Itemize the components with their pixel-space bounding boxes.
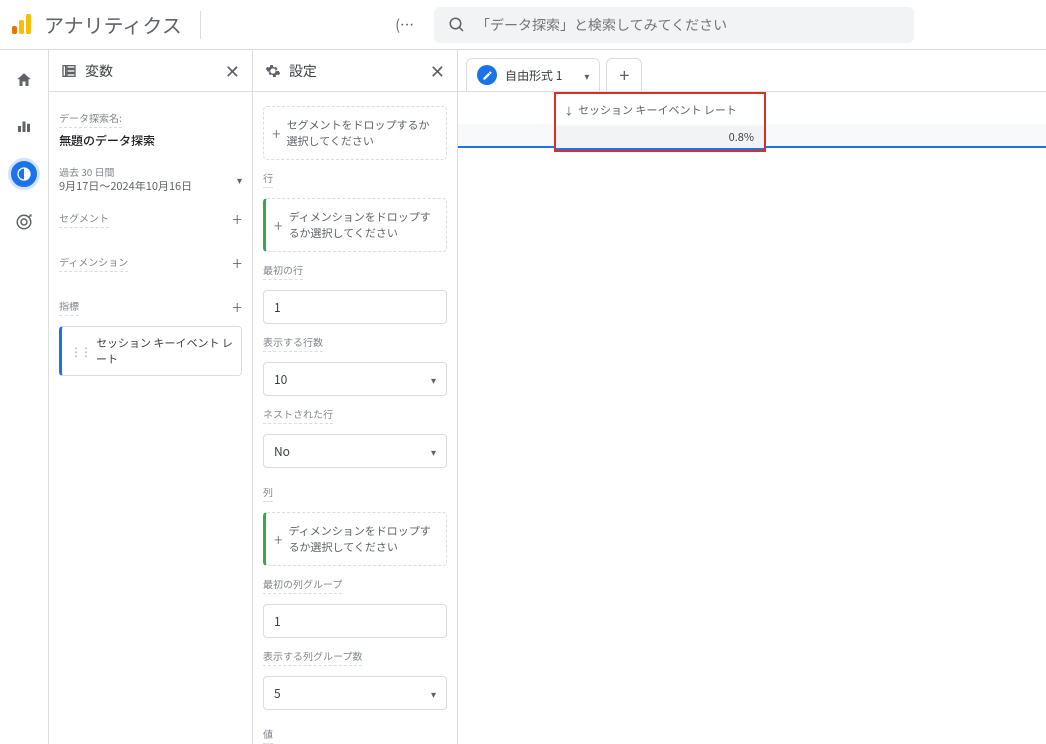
nested-rows-value: No [274, 443, 290, 460]
rows-label: 行 [263, 170, 273, 188]
bar-chart-icon [15, 117, 33, 135]
first-col-group-value: 1 [274, 613, 281, 630]
date-range-text: 9月17日～2024年10月16日 [59, 179, 192, 194]
date-preset: 過去 30 日間 [59, 165, 192, 179]
property-indicator[interactable]: (… [395, 15, 414, 35]
segment-drop-zone[interactable]: + セグメントをドロップするか選択してください [263, 106, 447, 160]
nav-rail [0, 50, 48, 744]
tabs-row: 自由形式 1 ▾ + [458, 50, 1046, 92]
nav-home[interactable] [10, 66, 38, 94]
show-col-groups-value: 5 [274, 685, 281, 702]
chevron-down-icon: ▾ [237, 172, 242, 187]
app-header: アナリティクス (… [0, 0, 1046, 50]
first-row-label: 最初の行 [263, 262, 303, 280]
nav-explore[interactable] [8, 158, 40, 190]
show-rows-value: 10 [274, 371, 287, 388]
plus-icon: + [274, 213, 283, 237]
nav-advertising[interactable] [10, 208, 38, 236]
segment-drop-text: セグメントをドロップするか選択してください [287, 117, 438, 149]
first-col-group-label: 最初の列グループ [263, 576, 342, 594]
app-title: アナリティクス [44, 10, 182, 39]
add-metric-button[interactable]: + [232, 294, 242, 320]
plus-icon: + [272, 121, 281, 145]
show-col-groups-label: 表示する列グループ数 [263, 648, 362, 666]
cols-drop-zone[interactable]: + ディメンションをドロップするか選択してください [263, 512, 447, 566]
result-column-header[interactable]: ↓ セッション キーイベント レート [556, 94, 764, 126]
settings-panel: 設定 ✕ + セグメントをドロップするか選択してください 行 + ディメンション… [253, 50, 458, 744]
variables-title: 変数 [85, 61, 113, 81]
drag-handle-icon: ⋮⋮ [70, 343, 90, 360]
explore-icon [16, 166, 32, 182]
result-value-cell: 0.8% [556, 126, 764, 150]
close-settings-button[interactable]: ✕ [430, 58, 445, 84]
values-label: 値 [263, 726, 273, 744]
result-header-text: セッション キーイベント レート [578, 102, 737, 118]
analytics-logo-icon [12, 14, 34, 36]
target-icon [15, 213, 33, 231]
show-col-groups-select[interactable]: 5 ▾ [263, 676, 447, 710]
nested-rows-select[interactable]: No ▾ [263, 434, 447, 468]
exploration-name[interactable]: 無題のデータ探索 [59, 132, 242, 149]
first-col-group-input[interactable]: 1 [263, 604, 447, 638]
add-dimension-button[interactable]: + [232, 250, 242, 276]
show-rows-label: 表示する行数 [263, 334, 323, 352]
date-range-picker[interactable]: 過去 30 日間 9月17日～2024年10月16日 ▾ [59, 159, 242, 200]
tab-freeform-1[interactable]: 自由形式 1 ▾ [466, 58, 600, 92]
metric-chip[interactable]: ⋮⋮ セッション キーイベント レート [59, 326, 242, 376]
canvas-body: ↓ セッション キーイベント レート 0.8% [458, 92, 1046, 744]
tab-label: 自由形式 1 [505, 67, 562, 84]
chevron-down-icon: ▾ [431, 686, 436, 701]
metrics-label: 指標 [59, 298, 79, 316]
segments-label: セグメント [59, 210, 109, 228]
nav-reports[interactable] [10, 112, 38, 140]
search-input[interactable] [476, 15, 900, 35]
close-variables-button[interactable]: ✕ [225, 58, 240, 84]
home-icon [15, 71, 33, 89]
variables-panel: 変数 ✕ データ探索名: 無題のデータ探索 過去 30 日間 9月17日～202… [48, 50, 253, 744]
first-row-value: 1 [274, 299, 281, 316]
gear-icon [265, 63, 281, 79]
search-icon [448, 16, 466, 34]
pencil-icon [477, 65, 497, 85]
plus-icon: + [274, 527, 283, 551]
chevron-down-icon: ▾ [431, 444, 436, 459]
search-box[interactable] [434, 7, 914, 43]
canvas: 自由形式 1 ▾ + ↓ セッション キーイベント レート 0.8% [458, 50, 1046, 744]
exploration-name-label: データ探索名: [59, 110, 122, 128]
highlight-annotation: ↓ セッション キーイベント レート 0.8% [554, 92, 766, 152]
divider [200, 11, 201, 39]
cols-label: 列 [263, 484, 273, 502]
add-segment-button[interactable]: + [232, 206, 242, 232]
show-rows-select[interactable]: 10 ▾ [263, 362, 447, 396]
settings-header: 設定 ✕ [253, 50, 457, 92]
variables-icon [61, 63, 77, 79]
nested-rows-label: ネストされた行 [263, 406, 333, 424]
rows-drop-text: ディメンションをドロップするか選択してください [289, 209, 438, 241]
first-row-input[interactable]: 1 [263, 290, 447, 324]
sort-arrow-icon: ↓ [564, 103, 574, 118]
chevron-down-icon[interactable]: ▾ [584, 68, 589, 83]
chevron-down-icon: ▾ [431, 372, 436, 387]
variables-header: 変数 ✕ [49, 50, 252, 92]
dimensions-label: ディメンション [59, 254, 128, 272]
cols-drop-text: ディメンションをドロップするか選択してください [289, 523, 438, 555]
rows-drop-zone[interactable]: + ディメンションをドロップするか選択してください [263, 198, 447, 252]
add-tab-button[interactable]: + [606, 58, 642, 92]
result-value: 0.8% [729, 129, 754, 145]
settings-title: 設定 [289, 61, 317, 81]
metric-chip-label: セッション キーイベント レート [96, 335, 233, 367]
